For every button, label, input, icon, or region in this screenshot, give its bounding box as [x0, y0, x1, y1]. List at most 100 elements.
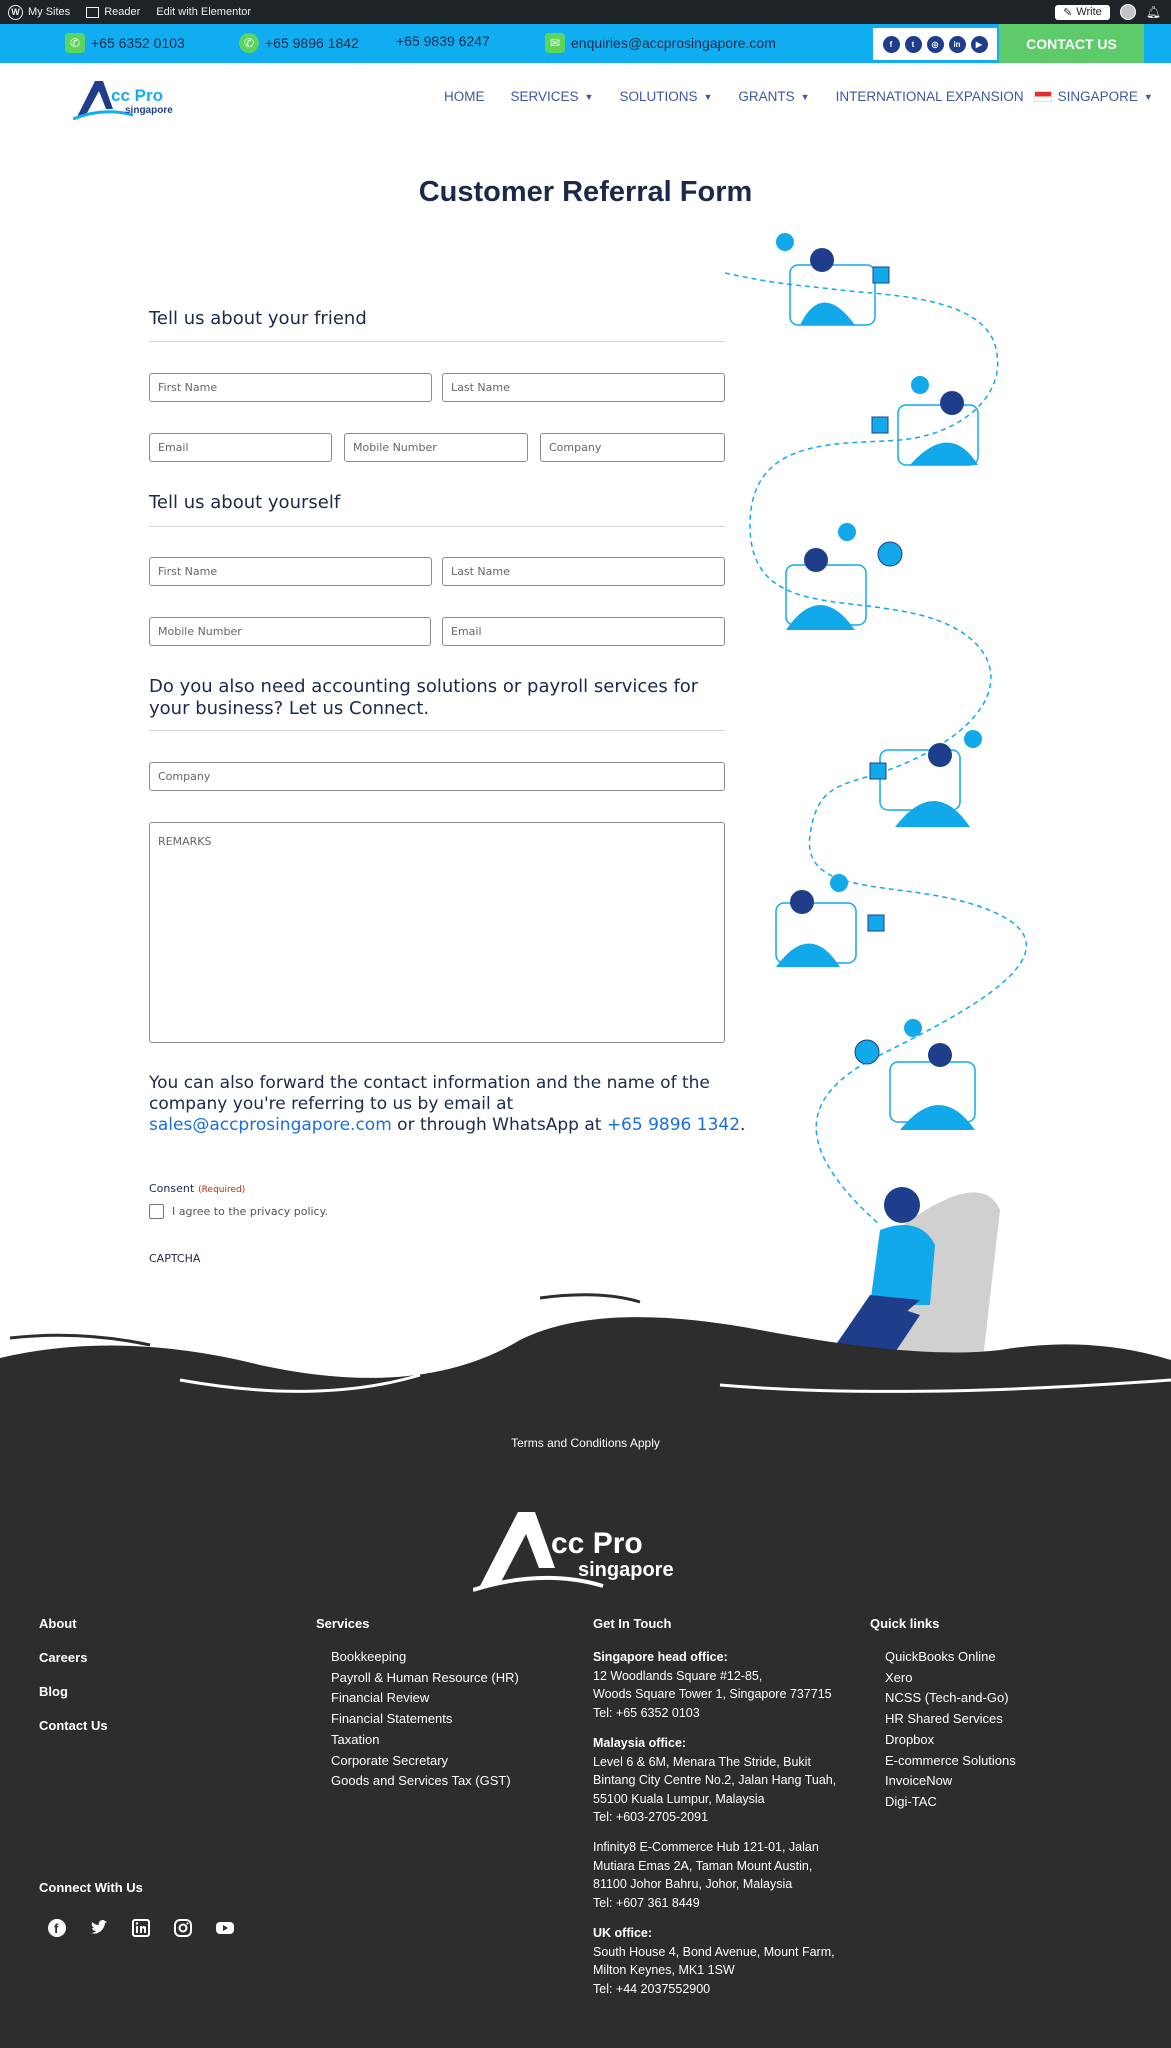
quick-link-xero[interactable]: Xero — [885, 1670, 912, 1685]
linkedin-icon[interactable] — [131, 1918, 151, 1938]
address-line: South House 4, Bond Avenue, Mount Farm, — [593, 1944, 835, 1959]
whatsapp-link[interactable]: ✆ +65 9896 1842 — [239, 33, 359, 53]
mail-icon: ✉ — [545, 33, 565, 53]
menu-item-home[interactable]: HOME — [444, 89, 485, 104]
service-link-financial-statements[interactable]: Financial Statements — [331, 1711, 452, 1726]
singapore-flag-icon — [1033, 91, 1052, 102]
svg-text:cc Pro: cc Pro — [111, 86, 163, 105]
quick-link-invoicenow[interactable]: InvoiceNow — [885, 1773, 952, 1788]
privacy-checkbox-label[interactable]: I agree to the privacy policy. — [172, 1205, 328, 1218]
self-mobile-input[interactable]: Mobile Number — [149, 617, 431, 646]
service-link-corporate-secretary[interactable]: Corporate Secretary — [331, 1753, 448, 1768]
youtube-icon[interactable] — [215, 1918, 235, 1938]
forward-info-text: You can also forward the contact informa… — [149, 1073, 749, 1136]
footer-about-link[interactable]: About — [39, 1616, 77, 1631]
reader-icon — [86, 6, 100, 18]
whatsapp-icon: ✆ — [239, 33, 259, 53]
notifications-icon[interactable]: 🔔︎ — [1146, 5, 1161, 19]
self-last-name-input[interactable]: Last Name — [442, 557, 725, 586]
friend-mobile-input[interactable]: Mobile Number — [344, 433, 528, 462]
phone-link-2[interactable]: +65 9839 6247 — [396, 33, 490, 49]
contact-us-button[interactable]: CONTACT US — [999, 24, 1144, 63]
malaysia-office-title: Malaysia office: — [593, 1736, 687, 1750]
self-email-input[interactable]: Email — [442, 617, 725, 646]
footer-blog-link[interactable]: Blog — [39, 1684, 68, 1699]
write-label: Write — [1076, 6, 1102, 18]
consent-text: Consent — [149, 1182, 195, 1195]
write-button[interactable]: ✎ Write — [1055, 4, 1110, 20]
phone-link-1[interactable]: ✆ +65 6352 0103 — [65, 33, 185, 53]
instagram-icon[interactable] — [173, 1918, 193, 1938]
service-link-taxation[interactable]: Taxation — [331, 1732, 379, 1747]
menu-item-international[interactable]: INTERNATIONAL EXPANSION — [836, 89, 1024, 104]
linkedin-icon[interactable]: in — [948, 35, 966, 53]
quick-link-ecommerce[interactable]: E-commerce Solutions — [885, 1753, 1016, 1768]
menu-item-services[interactable]: SERVICES ▼ — [511, 89, 594, 104]
menu-label-solutions: SOLUTIONS — [619, 89, 698, 104]
forward-text-part-2: or through WhatsApp at — [391, 1115, 607, 1135]
divider — [149, 730, 725, 731]
friend-last-name-input[interactable]: Last Name — [442, 373, 725, 402]
youtube-icon[interactable]: ▶ — [970, 35, 988, 53]
my-sites-link[interactable]: W My Sites — [8, 4, 71, 20]
self-first-name-input[interactable]: First Name — [149, 557, 432, 586]
phone-line: Tel: +603-2705-2091 — [593, 1810, 709, 1824]
footer-contact-link[interactable]: Contact Us — [39, 1718, 108, 1733]
quick-link-hr-shared[interactable]: HR Shared Services — [885, 1711, 1003, 1726]
privacy-checkbox[interactable] — [149, 1204, 164, 1219]
site-logo[interactable]: cc Pro singapore — [72, 77, 178, 121]
divider — [149, 341, 725, 342]
singapore-office-block: Singapore head office: 12 Woodlands Squa… — [593, 1648, 832, 1722]
email-link[interactable]: ✉ enquiries@accprosingapore.com — [545, 33, 776, 53]
remarks-textarea[interactable]: REMARKS — [149, 822, 725, 1043]
uk-office-title: UK office: — [593, 1926, 653, 1940]
facebook-icon[interactable]: f — [882, 35, 900, 53]
quick-link-quickbooks[interactable]: QuickBooks Online — [885, 1649, 996, 1664]
referral-illustration — [724, 233, 1028, 1410]
friend-email-input[interactable]: Email — [149, 433, 332, 462]
service-link-bookkeeping[interactable]: Bookkeeping — [331, 1649, 406, 1664]
instagram-icon[interactable]: ◎ — [926, 35, 944, 53]
malaysia-office-block: Malaysia office: Level 6 & 6M, Menara Th… — [593, 1734, 836, 1827]
sales-email-link[interactable]: sales@accprosingapore.com — [149, 1115, 392, 1135]
twitter-icon[interactable]: t — [904, 35, 922, 53]
forward-text-part-1: You can also forward the contact informa… — [149, 1073, 710, 1114]
svg-text:f: f — [54, 1921, 59, 1936]
contact-topbar: ✆ +65 6352 0103 ✆ +65 9896 1842 +65 9839… — [0, 24, 1171, 63]
quick-links-title: Quick links — [870, 1616, 940, 1631]
wordpress-icon: W — [8, 4, 23, 20]
edit-elementor-link[interactable]: Edit with Elementor — [156, 6, 251, 18]
service-link-payroll[interactable]: Payroll & Human Resource (HR) — [331, 1670, 519, 1685]
phone-number-2: +65 9839 6247 — [396, 33, 490, 49]
footer-logo-mark: cc Pro singapore — [472, 1512, 674, 1592]
friend-first-name-input[interactable]: First Name — [149, 373, 432, 402]
quick-link-digitac[interactable]: Digi-TAC — [885, 1794, 937, 1809]
reader-label: Reader — [104, 6, 141, 18]
connect-with-us-title: Connect With Us — [39, 1880, 143, 1895]
company-input[interactable]: Company — [149, 762, 725, 791]
quick-link-dropbox[interactable]: Dropbox — [885, 1732, 934, 1747]
footer-logo[interactable]: cc Pro singapore — [472, 1508, 698, 1594]
menu-item-solutions[interactable]: SOLUTIONS ▼ — [619, 89, 712, 104]
service-link-gst[interactable]: Goods and Services Tax (GST) — [331, 1773, 511, 1788]
menu-item-grants[interactable]: GRANTS ▼ — [738, 89, 809, 104]
facebook-icon[interactable]: f — [47, 1918, 67, 1938]
terms-link[interactable]: Terms and Conditions Apply — [0, 1436, 1171, 1450]
phone-line: Tel: +65 6352 0103 — [593, 1705, 700, 1720]
svg-text:singapore: singapore — [578, 1559, 674, 1581]
quick-link-ncss[interactable]: NCSS (Tech-and-Go) — [885, 1690, 1009, 1705]
service-link-financial-review[interactable]: Financial Review — [331, 1690, 429, 1705]
avatar[interactable] — [1119, 4, 1136, 20]
singapore-office-title: Singapore head office: — [593, 1650, 728, 1664]
reader-link[interactable]: Reader — [86, 6, 140, 18]
my-sites-label: My Sites — [28, 6, 71, 18]
phone-line: Tel: +44 2037552900 — [593, 1981, 711, 1996]
connect-section-title: Do you also need accounting solutions or… — [149, 676, 699, 719]
footer-careers-link[interactable]: Careers — [39, 1650, 87, 1665]
menu-item-singapore[interactable]: SINGAPORE ▼ — [1033, 89, 1153, 104]
caret-down-icon: ▼ — [584, 91, 594, 102]
caret-down-icon: ▼ — [1143, 91, 1153, 102]
menu-label-services: SERVICES — [510, 89, 579, 104]
friend-company-input[interactable]: Company — [540, 433, 725, 462]
twitter-icon[interactable] — [89, 1918, 109, 1938]
